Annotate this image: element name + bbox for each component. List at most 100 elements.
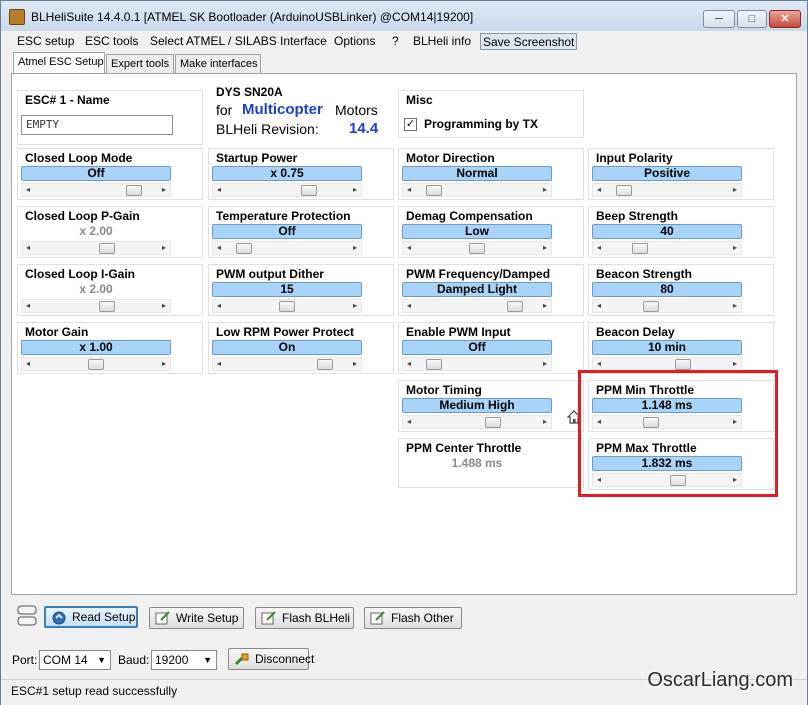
write-icon bbox=[155, 611, 171, 625]
slider-left-arrow-icon[interactable]: ◂ bbox=[213, 184, 225, 196]
slider-thumb[interactable] bbox=[469, 243, 485, 254]
menu-help[interactable]: ? bbox=[390, 33, 401, 50]
tab-make-interfaces[interactable]: Make interfaces bbox=[175, 54, 261, 73]
slider-left-arrow-icon[interactable]: ◂ bbox=[403, 242, 415, 254]
input-polarity-slider[interactable]: ◂ ▸ bbox=[592, 183, 742, 197]
tab-expert-tools[interactable]: Expert tools bbox=[106, 54, 174, 73]
slider-right-arrow-icon[interactable]: ▸ bbox=[539, 242, 551, 254]
slider-left-arrow-icon[interactable]: ◂ bbox=[403, 184, 415, 196]
closed-loop-i-gain-slider[interactable]: ◂ ▸ bbox=[21, 299, 171, 313]
beacon-strength-slider[interactable]: ◂ ▸ bbox=[592, 299, 742, 313]
closed-loop-p-gain-value: x 2.00 bbox=[79, 224, 113, 238]
slider-thumb[interactable] bbox=[236, 243, 252, 254]
esc-mode: Multicopter bbox=[242, 101, 323, 118]
baud-select[interactable]: 19200 ▼ bbox=[151, 650, 217, 670]
motor-direction-slider[interactable]: ◂ ▸ bbox=[402, 183, 552, 197]
esc-name-input[interactable]: EMPTY bbox=[21, 115, 173, 135]
demag-compensation-slider[interactable]: ◂ ▸ bbox=[402, 241, 552, 255]
slider-thumb[interactable] bbox=[88, 359, 104, 370]
low-rpm-power-protect-slider[interactable]: ◂ ▸ bbox=[212, 357, 362, 371]
slider-right-arrow-icon[interactable]: ▸ bbox=[729, 184, 741, 196]
slider-thumb[interactable] bbox=[301, 185, 317, 196]
slider-right-arrow-icon[interactable]: ▸ bbox=[158, 242, 170, 254]
slider-right-arrow-icon[interactable]: ▸ bbox=[158, 358, 170, 370]
flash-other-icon bbox=[370, 611, 386, 625]
programming-by-tx-checkbox[interactable]: ✓ bbox=[404, 118, 417, 131]
slider-thumb[interactable] bbox=[632, 243, 648, 254]
slider-right-arrow-icon[interactable]: ▸ bbox=[539, 300, 551, 312]
closed-loop-mode-slider[interactable]: ◂ ▸ bbox=[21, 183, 171, 197]
slider-thumb[interactable] bbox=[485, 417, 501, 428]
beacon-delay-slider[interactable]: ◂ ▸ bbox=[592, 357, 742, 371]
slider-thumb[interactable] bbox=[99, 301, 115, 312]
flash-other-button[interactable]: Flash Other bbox=[364, 607, 462, 629]
slider-thumb[interactable] bbox=[426, 185, 442, 196]
flash-blheli-button[interactable]: Flash BLHeli bbox=[255, 607, 354, 629]
startup-power-label: Startup Power bbox=[216, 151, 298, 165]
low-rpm-power-protect-value: On bbox=[212, 340, 362, 355]
slider-right-arrow-icon[interactable]: ▸ bbox=[349, 300, 361, 312]
multi-esc-icon[interactable] bbox=[17, 605, 37, 627]
disconnect-button[interactable]: Disconnect bbox=[228, 648, 314, 670]
slider-left-arrow-icon[interactable]: ◂ bbox=[213, 300, 225, 312]
slider-right-arrow-icon[interactable]: ▸ bbox=[729, 358, 741, 370]
tab-atmel-esc-setup[interactable]: Atmel ESC Setup bbox=[13, 52, 105, 73]
slider-thumb[interactable] bbox=[507, 301, 523, 312]
slider-thumb[interactable] bbox=[126, 185, 142, 196]
slider-thumb[interactable] bbox=[99, 243, 115, 254]
slider-left-arrow-icon[interactable]: ◂ bbox=[213, 242, 225, 254]
menu-blheli-info[interactable]: BLHeli info bbox=[411, 33, 473, 50]
menu-select-interface[interactable]: Select ATMEL / SILABS Interface bbox=[148, 33, 329, 50]
temperature-protection-slider[interactable]: ◂ ▸ bbox=[212, 241, 362, 255]
minimize-button[interactable]: ─ bbox=[703, 10, 735, 28]
slider-left-arrow-icon[interactable]: ◂ bbox=[403, 300, 415, 312]
slider-right-arrow-icon[interactable]: ▸ bbox=[729, 242, 741, 254]
write-setup-button[interactable]: Write Setup bbox=[149, 607, 244, 629]
beep-strength-slider[interactable]: ◂ ▸ bbox=[592, 241, 742, 255]
slider-thumb[interactable] bbox=[279, 301, 295, 312]
slider-left-arrow-icon[interactable]: ◂ bbox=[593, 300, 605, 312]
closed-loop-p-gain-slider[interactable]: ◂ ▸ bbox=[21, 241, 171, 255]
slider-thumb[interactable] bbox=[616, 185, 632, 196]
slider-left-arrow-icon[interactable]: ◂ bbox=[593, 242, 605, 254]
menu-esc-setup[interactable]: ESC setup bbox=[15, 33, 76, 50]
maximize-button[interactable]: □ bbox=[737, 10, 767, 28]
menu-options[interactable]: Options bbox=[332, 33, 377, 50]
slider-right-arrow-icon[interactable]: ▸ bbox=[539, 358, 551, 370]
closed-loop-p-gain-group: Closed Loop P-Gain x 2.00 ◂ ▸ bbox=[17, 206, 203, 258]
slider-left-arrow-icon[interactable]: ◂ bbox=[593, 184, 605, 196]
slider-left-arrow-icon[interactable]: ◂ bbox=[213, 358, 225, 370]
slider-left-arrow-icon[interactable]: ◂ bbox=[22, 184, 34, 196]
motor-timing-slider[interactable]: ◂ ▸ bbox=[402, 415, 552, 429]
pwm-output-dither-slider[interactable]: ◂ ▸ bbox=[212, 299, 362, 313]
slider-thumb[interactable] bbox=[643, 301, 659, 312]
read-setup-button[interactable]: Read Setup bbox=[44, 606, 138, 628]
slider-right-arrow-icon[interactable]: ▸ bbox=[158, 300, 170, 312]
pwm-output-dither-group: PWM output Dither 15 ◂ ▸ bbox=[208, 264, 394, 316]
slider-right-arrow-icon[interactable]: ▸ bbox=[349, 358, 361, 370]
close-button[interactable]: ✕ bbox=[769, 10, 801, 28]
slider-left-arrow-icon[interactable]: ◂ bbox=[593, 358, 605, 370]
menu-save-screenshot[interactable]: Save Screenshot bbox=[480, 33, 578, 50]
slider-left-arrow-icon[interactable]: ◂ bbox=[403, 416, 415, 428]
pwm-frequency-slider[interactable]: ◂ ▸ bbox=[402, 299, 552, 313]
slider-right-arrow-icon[interactable]: ▸ bbox=[349, 184, 361, 196]
slider-right-arrow-icon[interactable]: ▸ bbox=[539, 184, 551, 196]
port-select[interactable]: COM 14 ▼ bbox=[39, 650, 111, 670]
slider-right-arrow-icon[interactable]: ▸ bbox=[729, 300, 741, 312]
slider-thumb[interactable] bbox=[317, 359, 333, 370]
chevron-down-icon: ▼ bbox=[203, 655, 212, 665]
slider-right-arrow-icon[interactable]: ▸ bbox=[539, 416, 551, 428]
slider-left-arrow-icon[interactable]: ◂ bbox=[403, 358, 415, 370]
menu-esc-tools[interactable]: ESC tools bbox=[83, 33, 140, 50]
startup-power-slider[interactable]: ◂ ▸ bbox=[212, 183, 362, 197]
slider-left-arrow-icon[interactable]: ◂ bbox=[22, 358, 34, 370]
slider-left-arrow-icon[interactable]: ◂ bbox=[22, 300, 34, 312]
slider-thumb[interactable] bbox=[675, 359, 691, 370]
slider-thumb[interactable] bbox=[426, 359, 442, 370]
slider-right-arrow-icon[interactable]: ▸ bbox=[158, 184, 170, 196]
motor-gain-slider[interactable]: ◂ ▸ bbox=[21, 357, 171, 371]
enable-pwm-input-slider[interactable]: ◂ ▸ bbox=[402, 357, 552, 371]
slider-right-arrow-icon[interactable]: ▸ bbox=[349, 242, 361, 254]
slider-left-arrow-icon[interactable]: ◂ bbox=[22, 242, 34, 254]
